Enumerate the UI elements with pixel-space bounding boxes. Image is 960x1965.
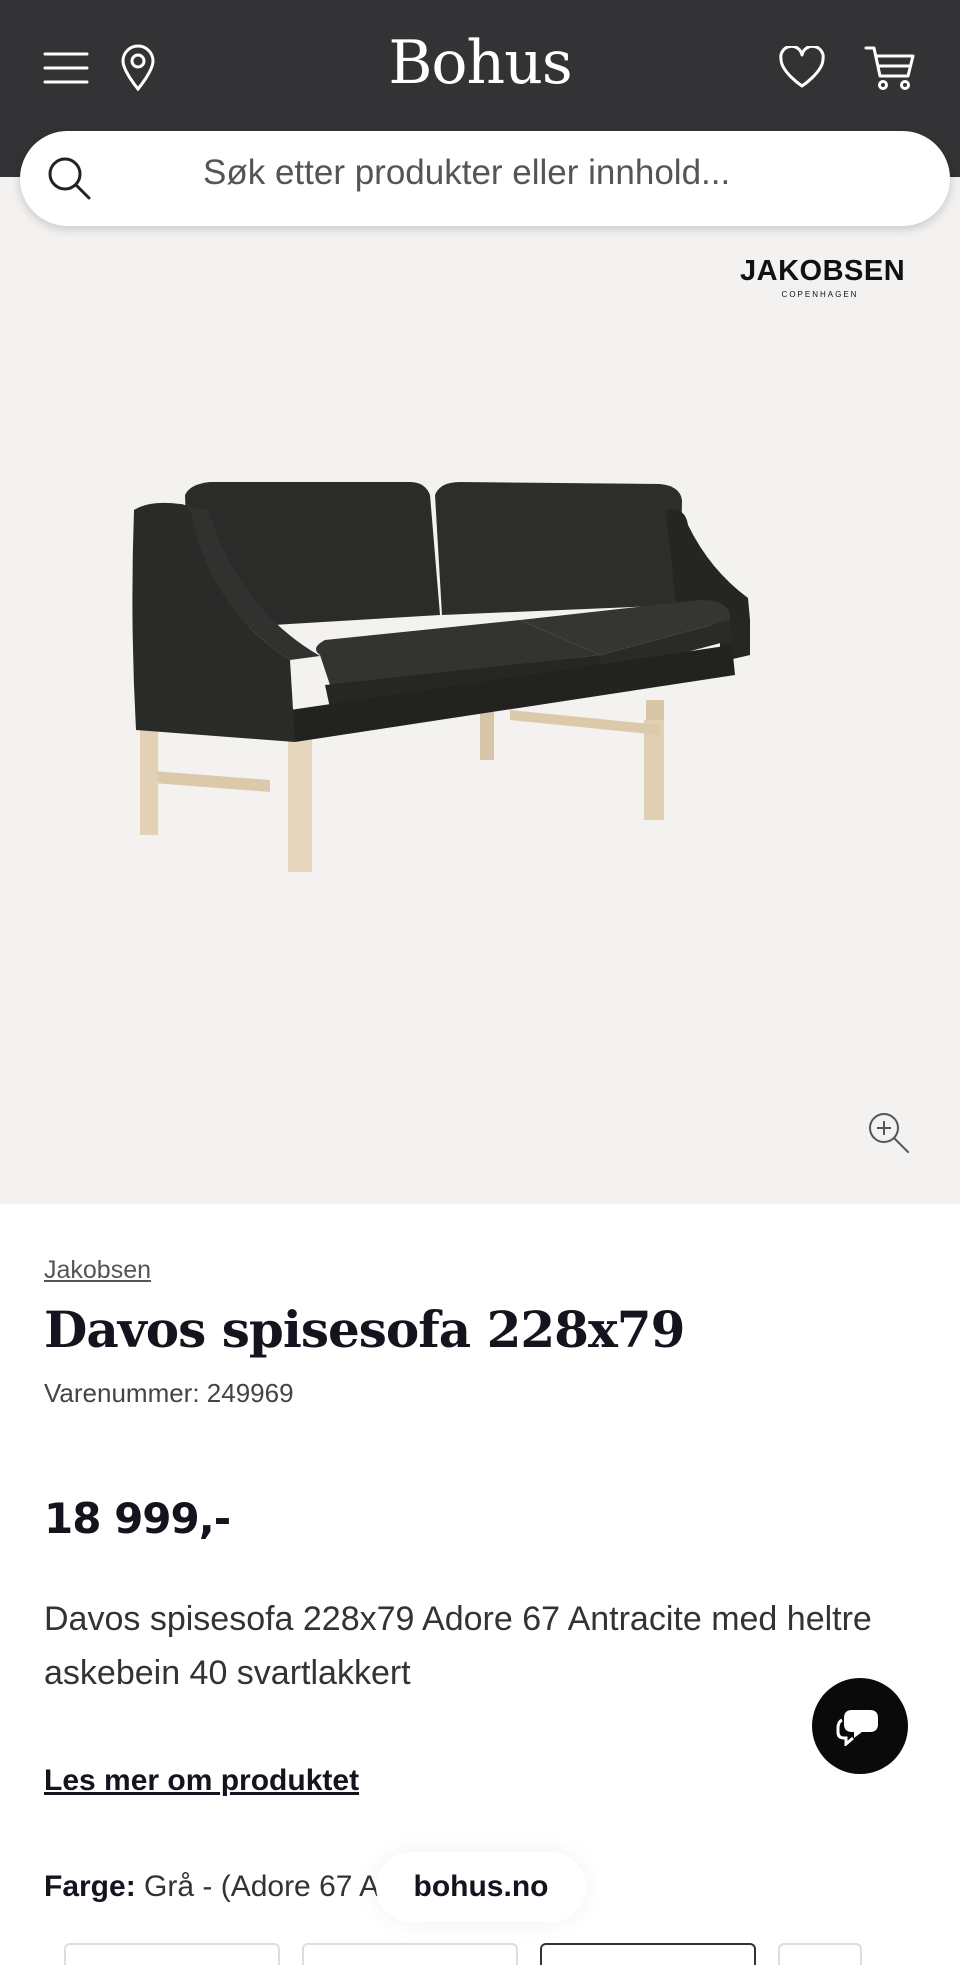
color-swatch[interactable] (302, 1943, 518, 1965)
product-description: Davos spisesofa 228x79 Adore 67 Antracit… (44, 1600, 872, 1692)
brand-logo: JAKOBSEN COPENHAGEN (740, 255, 906, 299)
brand-logo-main: JAKOBSEN (740, 255, 906, 287)
browser-url-pill[interactable]: bohus.no (376, 1852, 586, 1922)
search-input[interactable]: Søk etter produkter eller innhold... (203, 153, 730, 193)
color-label: Farge: (44, 1870, 136, 1903)
zoom-in-icon[interactable] (866, 1110, 912, 1156)
product-sku: Varenummer: 249969 (44, 1378, 294, 1408)
chat-button[interactable] (812, 1678, 908, 1774)
search-icon (48, 157, 91, 200)
shopping-cart-icon[interactable] (860, 40, 920, 96)
product-price: 18 999,- (44, 1494, 231, 1543)
color-selection: Farge: Grå - (Adore 67 A (44, 1870, 379, 1904)
product-title: Davos spisesofa 228x79 (44, 1300, 685, 1359)
search-bar[interactable]: Søk etter produkter eller innhold... (20, 131, 950, 226)
sofa-product-image (132, 482, 750, 872)
brand-logo-sub: COPENHAGEN (781, 290, 859, 299)
color-swatch[interactable] (778, 1943, 862, 1965)
chat-bubbles-icon (836, 1710, 878, 1746)
read-more-link[interactable]: Les mer om produktet (44, 1764, 359, 1798)
color-swatch[interactable] (64, 1943, 280, 1965)
brand-link[interactable]: Jakobsen (44, 1256, 151, 1285)
color-value: Grå - (Adore 67 A (144, 1870, 380, 1903)
color-swatch-selected[interactable] (540, 1943, 756, 1965)
heart-icon[interactable] (774, 40, 830, 96)
